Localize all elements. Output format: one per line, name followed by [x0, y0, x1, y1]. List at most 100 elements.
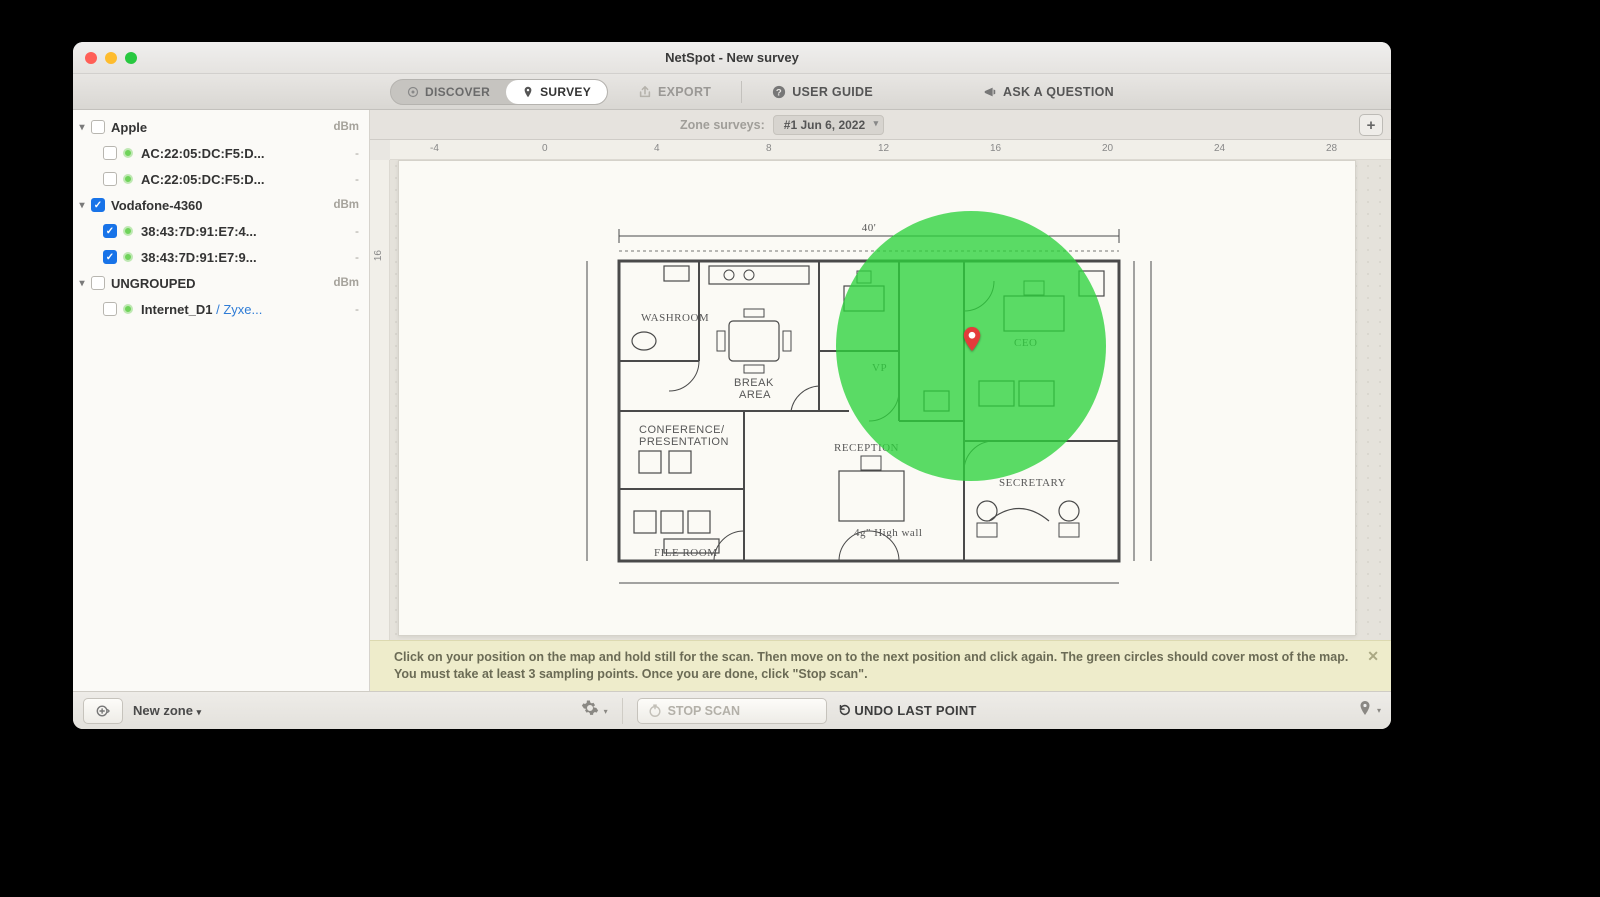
- network-group-header[interactable]: ▾ Apple dBm: [73, 114, 369, 140]
- megaphone-icon: [983, 85, 997, 99]
- network-checkbox[interactable]: [103, 172, 117, 186]
- network-checkbox[interactable]: [103, 250, 117, 264]
- dbm-header: dBm: [333, 199, 359, 211]
- dimension-width: 40': [862, 222, 876, 234]
- toolbar: DISCOVER SURVEY EXPORT ? USER GUIDE: [73, 74, 1391, 110]
- ruler-tick: -4: [430, 143, 439, 154]
- ruler-tick: 8: [766, 143, 772, 154]
- instruction-banner: Click on your position on the map and ho…: [370, 640, 1391, 691]
- dbm-value: -: [355, 302, 359, 316]
- signal-indicator-icon: [123, 148, 133, 158]
- svg-text:SECRETARY: SECRETARY: [999, 477, 1066, 489]
- group-checkbox[interactable]: [91, 198, 105, 212]
- signal-indicator-icon: [123, 252, 133, 262]
- close-window-button[interactable]: [85, 52, 97, 64]
- network-group-header[interactable]: ▾ UNGROUPED dBm: [73, 270, 369, 296]
- svg-text:BREAKAREA: BREAKAREA: [734, 377, 774, 401]
- network-row[interactable]: Internet_D1 / Zyxe... -: [73, 296, 369, 322]
- signal-indicator-icon: [123, 304, 133, 314]
- network-row[interactable]: AC:22:05:DC:F5:D... -: [73, 166, 369, 192]
- app-window: NetSpot - New survey DISCOVER SURVEY EX: [73, 42, 1391, 729]
- network-group-header[interactable]: ▾ Vodafone-4360 dBm: [73, 192, 369, 218]
- network-checkbox[interactable]: [103, 224, 117, 238]
- network-mac: AC:22:05:DC:F5:D...: [141, 172, 355, 187]
- minimize-window-button[interactable]: [105, 52, 117, 64]
- toolbar-separator: [741, 81, 742, 103]
- network-mac: 38:43:7D:91:E7:9...: [141, 250, 355, 265]
- svg-text:WASHROOM: WASHROOM: [641, 312, 709, 324]
- ruler-tick: 0: [542, 143, 548, 154]
- chevron-down-icon[interactable]: ▾: [73, 278, 91, 289]
- ruler-vertical: 16: [370, 160, 390, 640]
- add-survey-button[interactable]: +: [1359, 114, 1383, 136]
- network-row[interactable]: AC:22:05:DC:F5:D... -: [73, 140, 369, 166]
- ask-question-button[interactable]: ASK A QUESTION: [983, 85, 1114, 99]
- discover-tab[interactable]: DISCOVER: [391, 80, 506, 104]
- dbm-value: -: [355, 172, 359, 186]
- svg-text:CONFERENCE/PRESENTATION: CONFERENCE/PRESENTATION: [639, 424, 729, 448]
- zoom-window-button[interactable]: [125, 52, 137, 64]
- group-checkbox[interactable]: [91, 276, 105, 290]
- mode-segmented-control: DISCOVER SURVEY: [390, 79, 608, 105]
- dbm-value: -: [355, 250, 359, 264]
- ruler-tick: 4: [654, 143, 660, 154]
- signal-indicator-icon: [123, 226, 133, 236]
- network-checkbox[interactable]: [103, 302, 117, 316]
- group-checkbox[interactable]: [91, 120, 105, 134]
- network-mac: Internet_D1 / Zyxe...: [141, 302, 355, 317]
- window-title: NetSpot - New survey: [73, 50, 1391, 65]
- network-row[interactable]: 38:43:7D:91:E7:4... -: [73, 218, 369, 244]
- network-mac: 38:43:7D:91:E7:4...: [141, 224, 355, 239]
- survey-tab[interactable]: SURVEY: [506, 80, 607, 104]
- zone-surveys-label: Zone surveys:: [680, 118, 765, 132]
- locate-button[interactable]: ▾: [1357, 700, 1381, 721]
- dbm-value: -: [355, 146, 359, 160]
- close-hint-button[interactable]: ✕: [1367, 647, 1379, 666]
- signal-indicator-icon: [123, 174, 133, 184]
- group-name: Apple: [111, 120, 333, 135]
- main-split: ▾ Apple dBm AC:22:05:DC:F5:D... - AC:22:…: [73, 110, 1391, 691]
- target-icon: [407, 86, 419, 98]
- svg-text:4g" High wall: 4g" High wall: [854, 527, 922, 539]
- floorplan-drawing: 40': [569, 211, 1169, 591]
- undo-last-point-button[interactable]: UNDO LAST POINT: [837, 703, 977, 718]
- zone-surveys-bar: Zone surveys: #1 Jun 6, 2022 +: [370, 110, 1391, 140]
- ruler-tick: 28: [1326, 143, 1337, 154]
- ruler-tick: 16: [373, 250, 384, 261]
- sidebar-settings-button[interactable]: ▾: [581, 699, 607, 722]
- dbm-header: dBm: [333, 277, 359, 289]
- help-icon: ?: [772, 85, 786, 99]
- chevron-down-icon[interactable]: ▾: [73, 200, 91, 211]
- export-icon: [638, 85, 652, 99]
- dbm-header: dBm: [333, 121, 359, 133]
- stop-scan-button[interactable]: STOP SCAN: [637, 698, 827, 724]
- add-zone-button[interactable]: [83, 698, 123, 724]
- pin-icon: [522, 86, 534, 98]
- networks-sidebar[interactable]: ▾ Apple dBm AC:22:05:DC:F5:D... - AC:22:…: [73, 110, 370, 691]
- network-checkbox[interactable]: [103, 146, 117, 160]
- dbm-value: -: [355, 224, 359, 238]
- svg-text:?: ?: [776, 87, 782, 98]
- export-button[interactable]: EXPORT: [638, 85, 711, 99]
- traffic-lights: [85, 52, 137, 64]
- network-mac: AC:22:05:DC:F5:D...: [141, 146, 355, 161]
- chevron-down-icon[interactable]: ▾: [73, 122, 91, 133]
- new-zone-dropdown[interactable]: New zone ▾: [133, 703, 201, 718]
- group-name: UNGROUPED: [111, 276, 333, 291]
- ruler-tick: 12: [878, 143, 889, 154]
- user-guide-button[interactable]: ? USER GUIDE: [772, 85, 873, 99]
- network-row[interactable]: 38:43:7D:91:E7:9... -: [73, 244, 369, 270]
- floorplan-paper: 40': [398, 160, 1356, 636]
- svg-text:FILE ROOM: FILE ROOM: [654, 547, 717, 559]
- ruler-tick: 16: [990, 143, 1001, 154]
- ruler-horizontal: -4 0 4 8 12 16 20 24 28: [390, 140, 1391, 160]
- ruler-tick: 20: [1102, 143, 1113, 154]
- ruler-tick: 24: [1214, 143, 1225, 154]
- bottom-toolbar: New zone ▾ ▾ STOP SCAN UNDO LAST POINT ▾: [73, 691, 1391, 729]
- titlebar: NetSpot - New survey: [73, 42, 1391, 74]
- scan-point-pin[interactable]: [963, 327, 981, 351]
- survey-selector[interactable]: #1 Jun 6, 2022: [773, 115, 884, 135]
- map-viewport[interactable]: 40': [390, 160, 1391, 640]
- group-name: Vodafone-4360: [111, 198, 333, 213]
- canvas-area: Zone surveys: #1 Jun 6, 2022 + -4 0 4 8 12 16…: [370, 110, 1391, 691]
